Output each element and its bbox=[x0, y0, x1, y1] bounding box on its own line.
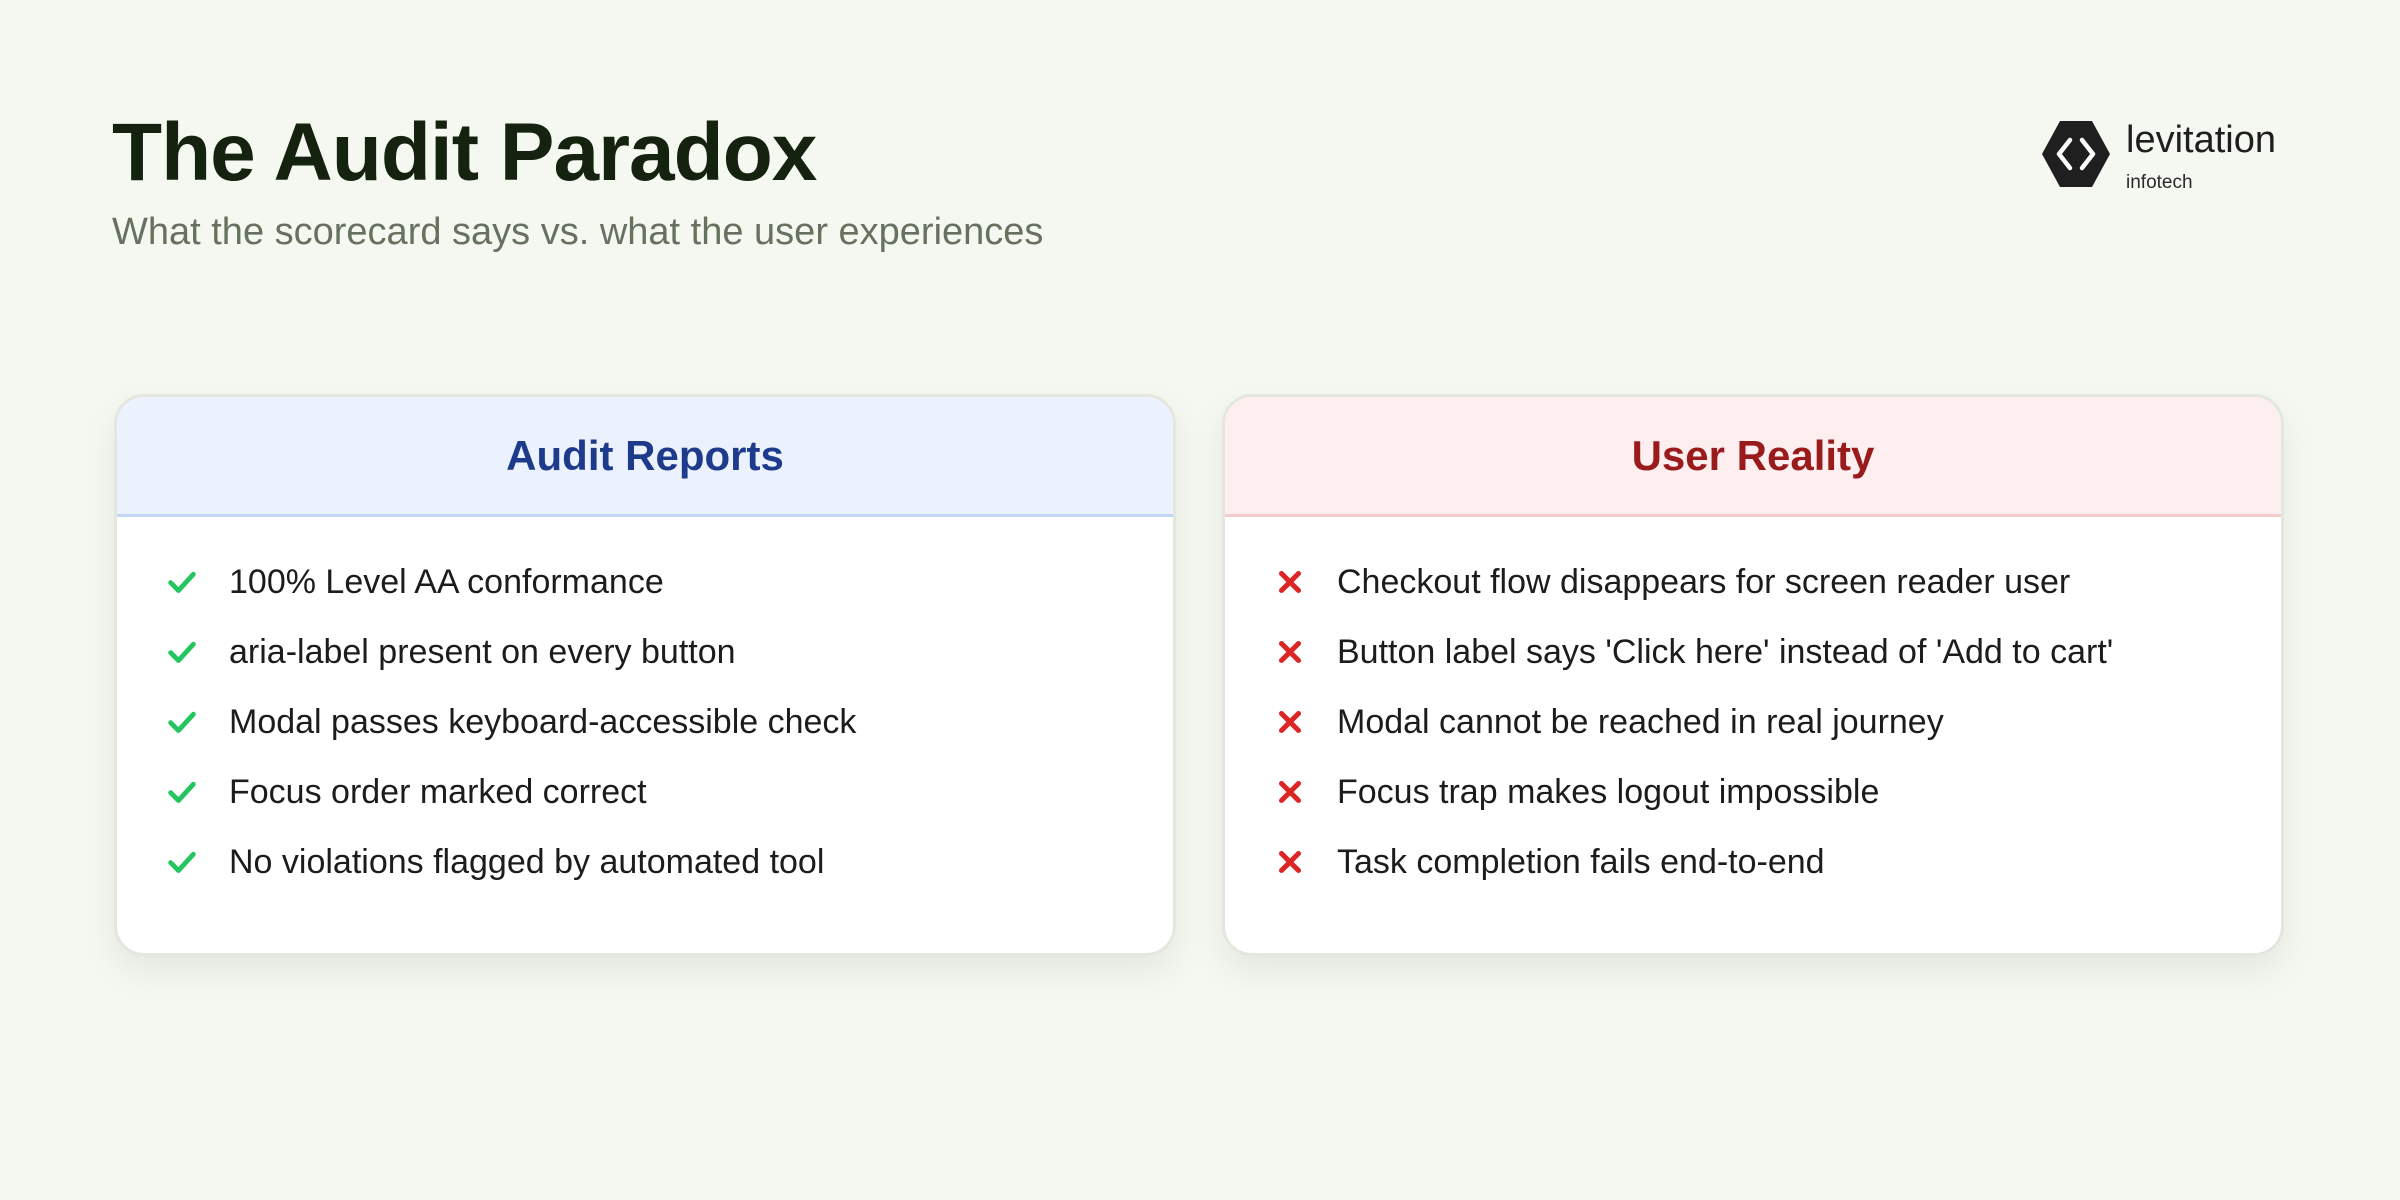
list-item-text: Modal passes keyboard-accessible check bbox=[229, 702, 857, 741]
page-subtitle: What the scorecard says vs. what the use… bbox=[112, 211, 1044, 254]
list-item: Checkout flow disappears for screen read… bbox=[1225, 547, 2281, 617]
user-reality-title: User Reality bbox=[1631, 431, 1875, 479]
cross-icon bbox=[1278, 710, 1302, 734]
list-item: Button label says 'Click here' instead o… bbox=[1225, 617, 2281, 687]
list-item: No violations flagged by automated tool bbox=[117, 827, 1173, 897]
header: The Audit Paradox What the scorecard say… bbox=[112, 107, 1044, 258]
user-reality-card: User Reality Checkout flow disappears fo… bbox=[1222, 394, 2284, 956]
list-item-text: aria-label present on every button bbox=[229, 632, 736, 671]
list-item-text: Task completion fails end-to-end bbox=[1337, 842, 1825, 881]
comparison-cards: Audit Reports 100% Level AA conformance … bbox=[114, 394, 2284, 956]
check-icon bbox=[168, 781, 196, 803]
list-item: Focus trap makes logout impossible bbox=[1225, 757, 2281, 827]
audit-reports-list: 100% Level AA conformance aria-label pre… bbox=[117, 517, 1173, 897]
list-item-text: Focus order marked correct bbox=[229, 772, 647, 811]
cross-icon bbox=[1278, 780, 1302, 804]
check-icon bbox=[168, 641, 196, 663]
list-item-text: Checkout flow disappears for screen read… bbox=[1337, 562, 2071, 601]
list-item: Modal passes keyboard-accessible check bbox=[117, 687, 1173, 757]
cross-icon bbox=[1278, 850, 1302, 874]
list-item-text: 100% Level AA conformance bbox=[229, 562, 664, 601]
logo-text: levitation infotech bbox=[2126, 118, 2276, 194]
list-item: Modal cannot be reached in real journey bbox=[1225, 687, 2281, 757]
hexagon-code-brackets-icon bbox=[2042, 121, 2110, 187]
check-icon bbox=[168, 851, 196, 873]
logo-subname: infotech bbox=[2126, 171, 2193, 193]
list-item: aria-label present on every button bbox=[117, 617, 1173, 687]
audit-reports-title: Audit Reports bbox=[506, 431, 784, 479]
page-title: The Audit Paradox bbox=[112, 107, 817, 198]
cross-icon bbox=[1278, 640, 1302, 664]
list-item-text: Modal cannot be reached in real journey bbox=[1337, 702, 1944, 741]
check-icon bbox=[168, 571, 196, 593]
audit-reports-card: Audit Reports 100% Level AA conformance … bbox=[114, 394, 1176, 956]
list-item: 100% Level AA conformance bbox=[117, 547, 1173, 617]
user-reality-list: Checkout flow disappears for screen read… bbox=[1225, 517, 2281, 897]
audit-reports-header: Audit Reports bbox=[117, 397, 1173, 517]
list-item-text: No violations flagged by automated tool bbox=[229, 842, 825, 881]
user-reality-header: User Reality bbox=[1225, 397, 2281, 517]
logo-name: levitation bbox=[2126, 119, 2276, 161]
list-item-text: Focus trap makes logout impossible bbox=[1337, 772, 1880, 811]
brand-logo: levitation infotech bbox=[2040, 118, 2276, 194]
cross-icon bbox=[1278, 570, 1302, 594]
check-icon bbox=[168, 711, 196, 733]
list-item-text: Button label says 'Click here' instead o… bbox=[1337, 632, 2114, 671]
list-item: Focus order marked correct bbox=[117, 757, 1173, 827]
list-item: Task completion fails end-to-end bbox=[1225, 827, 2281, 897]
